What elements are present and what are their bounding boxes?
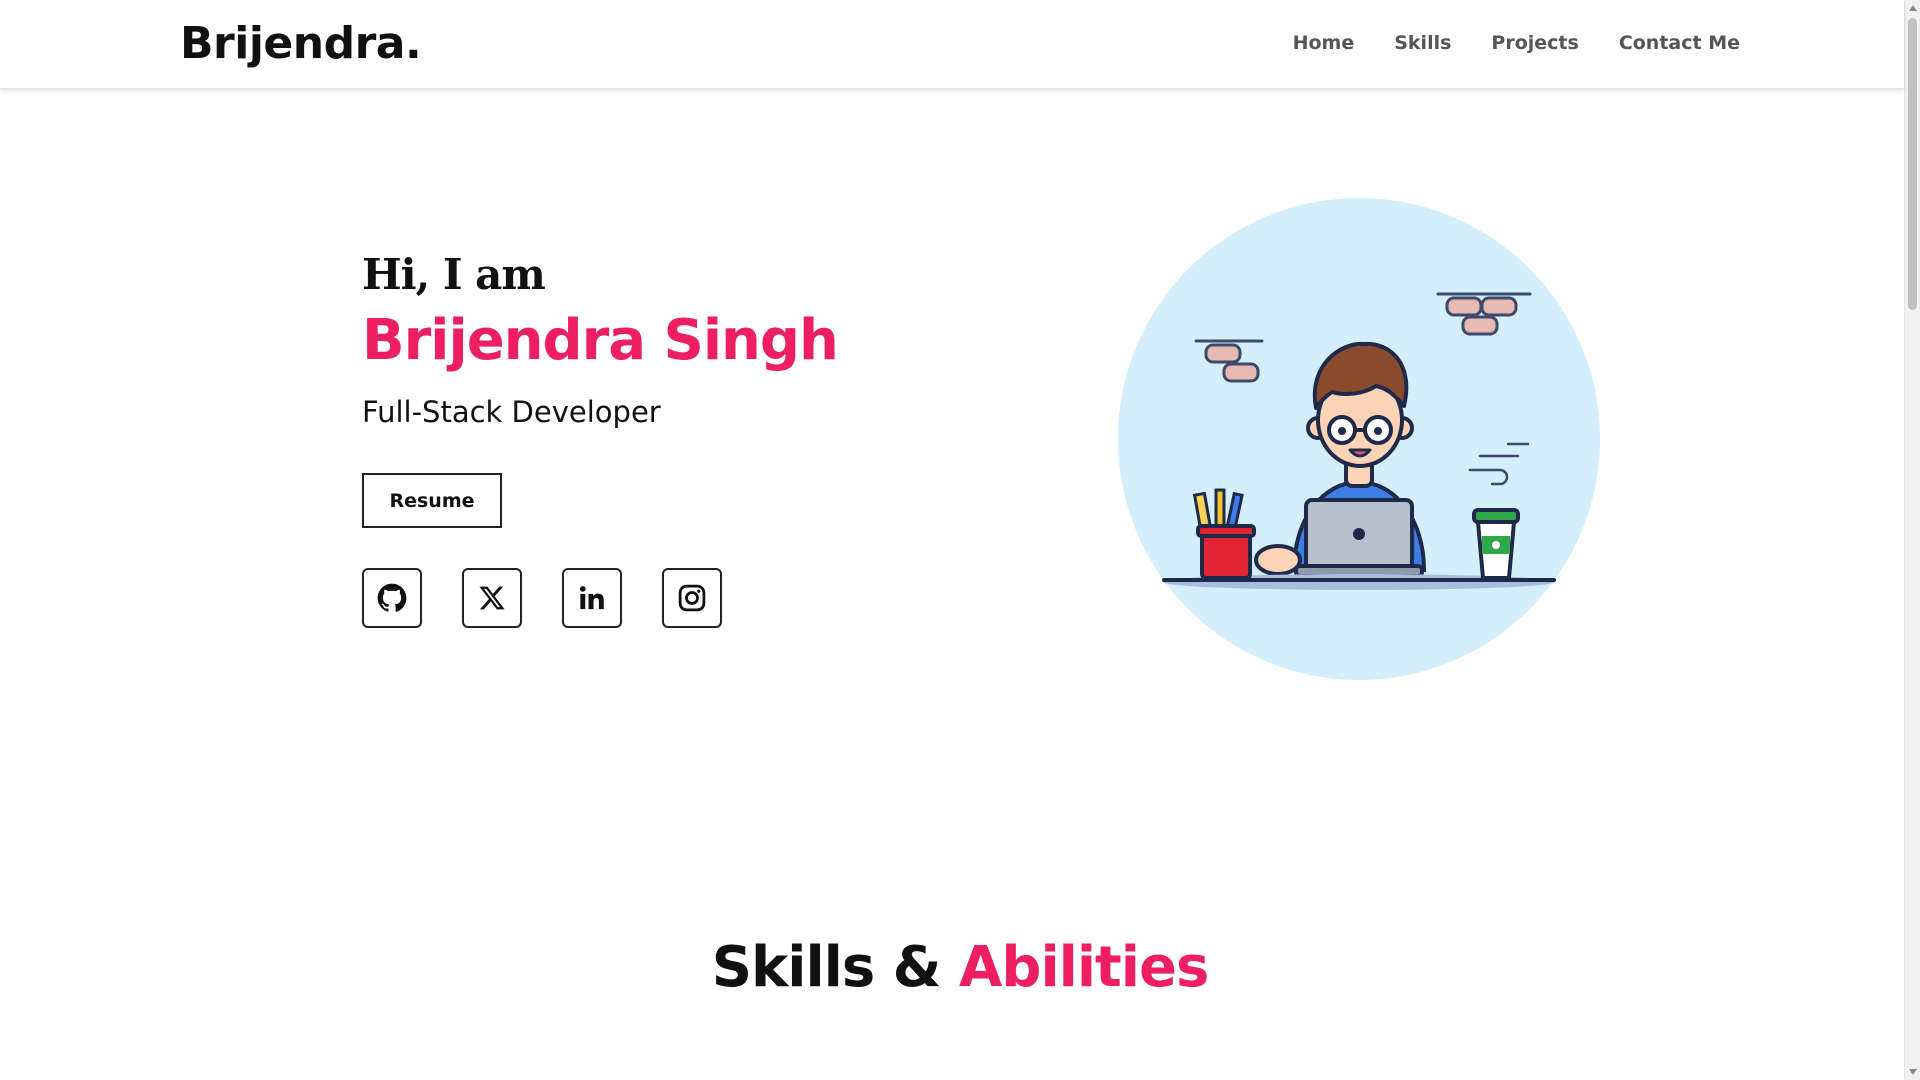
github-icon <box>377 583 407 612</box>
nav-home[interactable]: Home <box>1293 32 1355 54</box>
page-scrollbar[interactable] <box>1904 0 1920 1080</box>
nav-contact[interactable]: Contact Me <box>1619 32 1740 54</box>
page: Brijendra. Home Skills Projects Contact … <box>0 0 1920 1080</box>
skills-title-part2: Abilities <box>959 935 1209 1000</box>
hero-role: Full-Stack Developer <box>362 395 661 429</box>
coffee-cup-icon <box>1472 508 1520 580</box>
scroll-thumb[interactable] <box>1908 18 1917 310</box>
nav-skills[interactable]: Skills <box>1394 32 1451 54</box>
instagram-button[interactable] <box>662 568 722 628</box>
main-nav: Home Skills Projects Contact Me <box>1293 32 1740 54</box>
resume-button[interactable]: Resume <box>362 473 502 528</box>
linkedin-icon <box>579 586 604 610</box>
skills-section-title: Skills & Abilities <box>0 935 1920 1000</box>
linkedin-button[interactable] <box>562 568 622 628</box>
instagram-icon <box>678 584 706 612</box>
site-header: Brijendra. Home Skills Projects Contact … <box>0 0 1904 89</box>
x-twitter-icon <box>479 586 505 610</box>
scroll-down-arrow-icon[interactable] <box>1909 1069 1917 1075</box>
site-logo[interactable]: Brijendra. <box>180 18 422 71</box>
developer-illustration <box>1118 198 1600 680</box>
nav-projects[interactable]: Projects <box>1491 32 1578 54</box>
skills-title-part1: Skills & <box>711 935 942 1000</box>
hero-name: Brijendra Singh <box>362 308 839 373</box>
x-twitter-button[interactable] <box>462 568 522 628</box>
scroll-up-arrow-icon[interactable] <box>1909 5 1917 11</box>
hero-greeting: Hi, I am <box>362 250 546 299</box>
github-button[interactable] <box>362 568 422 628</box>
social-links <box>362 568 722 628</box>
